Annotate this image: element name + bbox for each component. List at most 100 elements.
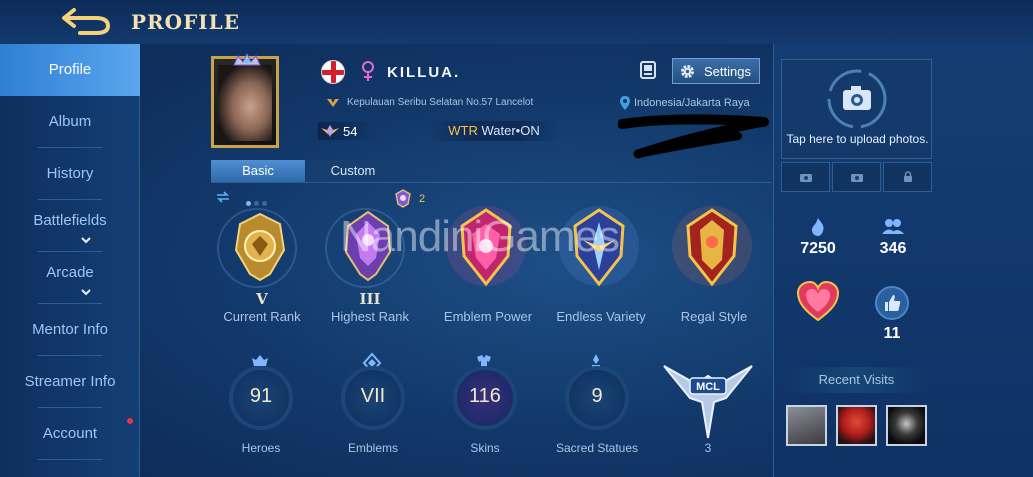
stat-heroes[interactable]: 91 Heroes (206, 352, 316, 462)
tab-basic[interactable]: Basic (211, 160, 305, 182)
heart-icon[interactable] (796, 280, 840, 324)
avatar-photo (218, 65, 272, 141)
sidebar-item-label: Streamer Info (24, 373, 116, 390)
level-badge-value: 54 (343, 124, 358, 139)
rank-tier: V (256, 290, 268, 308)
stat-caption: Skins (470, 441, 500, 455)
gear-icon (681, 65, 694, 78)
visitor-avatar[interactable] (786, 405, 827, 446)
stat-value: 91 (249, 385, 273, 407)
settings-label: Settings (704, 64, 751, 79)
visitor-avatar[interactable] (886, 405, 927, 446)
upload-photos-button[interactable]: Tap here to upload photos. (781, 59, 932, 159)
popularity-stat: 7250 (783, 216, 853, 258)
like-button[interactable] (875, 286, 909, 320)
sidebar-item-label: History (46, 165, 94, 182)
squad-name: Water•ON (481, 123, 540, 138)
regal-style-medal-icon (672, 206, 752, 287)
chevron-down-icon (81, 237, 91, 244)
mcl-label: MCL (696, 381, 720, 393)
female-icon (362, 61, 374, 81)
medal-caption: Endless Variety (556, 309, 646, 324)
endless-variety-medal-icon (559, 206, 639, 287)
popularity-value: 7250 (800, 240, 836, 257)
rank-caption: Highest Rank (330, 309, 410, 324)
stat-value: 116 (469, 385, 501, 407)
legend-rank-icon (234, 212, 286, 282)
camera-small-icon (851, 174, 863, 182)
settings-button[interactable]: Settings (672, 58, 760, 84)
flame-icon (812, 218, 824, 236)
camera-small-icon (800, 174, 812, 182)
followers-stat[interactable]: 346 (858, 216, 928, 258)
back-arrow-icon[interactable] (60, 6, 112, 36)
chevron-down-icon (81, 289, 91, 296)
stat-caption: Emblems (347, 441, 398, 455)
lock-icon (904, 171, 912, 182)
photo-slot[interactable] (781, 162, 830, 192)
camera-icon (827, 69, 887, 129)
wings-badge-icon (321, 125, 339, 137)
sidebar-item-label: Album (48, 113, 92, 130)
stat-value: VII (360, 385, 386, 407)
address-text: Kepulauan Seribu Selatan No.57 Lancelot (347, 97, 534, 108)
sidebar-item-label: Mentor Info (32, 321, 108, 338)
sidebar: Profile Album History Battlefields Arcad… (0, 44, 140, 477)
endless-variety[interactable]: Endless Variety (549, 200, 653, 328)
stat-skins[interactable]: 116 Skins (430, 352, 540, 462)
sidebar-item-profile[interactable]: Profile (0, 44, 140, 96)
stat-caption: Heroes (241, 441, 281, 455)
regal-style[interactable]: Regal Style (662, 200, 766, 328)
squad-tag: WTR (448, 123, 478, 138)
current-rank[interactable]: V Current Rank (210, 200, 314, 328)
stat-emblems[interactable]: VII Emblems (318, 352, 428, 462)
location-pin-icon (620, 96, 630, 110)
emblem-power-medal-icon (446, 206, 526, 287)
tab-custom[interactable]: Custom (306, 160, 400, 182)
avatar[interactable] (211, 53, 279, 148)
likes-value: 11 (883, 325, 901, 342)
sidebar-item-label: Profile (48, 61, 92, 78)
crown-icon (233, 53, 261, 66)
visitor-avatar[interactable] (836, 405, 877, 446)
top-bar: PROFILE (0, 0, 1033, 44)
player-name: KILLUA. (387, 64, 461, 81)
followers-icon (882, 219, 904, 234)
sidebar-item-streamer-info[interactable]: Streamer Info (0, 356, 140, 408)
rank-tier: III (359, 290, 381, 308)
tab-divider (211, 182, 771, 183)
region-text: Indonesia/Jakarta Raya (634, 97, 750, 109)
notification-dot (127, 418, 133, 424)
sidebar-item-album[interactable]: Album (0, 96, 140, 148)
sidebar-item-label: Account (42, 425, 98, 442)
album-icon[interactable] (638, 60, 658, 80)
mcl-count: 3 (704, 441, 712, 455)
sidebar-item-history[interactable]: History (0, 148, 140, 200)
recent-visits-title: Recent Visits (781, 367, 932, 393)
stat-value: 9 (591, 385, 603, 407)
sidebar-item-battlefields[interactable]: Battlefields (0, 200, 140, 252)
sidebar-item-account[interactable]: Account (0, 408, 140, 460)
level-badge: 54 (318, 122, 376, 140)
followers-value: 346 (879, 240, 907, 257)
photo-slot-locked[interactable] (883, 162, 932, 192)
sidebar-item-mentor-info[interactable]: Mentor Info (0, 304, 140, 356)
squad-label[interactable]: WTR Water•ON (430, 121, 558, 141)
page-indicator (246, 193, 276, 206)
upload-text: Tap here to upload photos. (786, 132, 929, 146)
stat-caption: Sacred Statues (555, 441, 639, 455)
mythic-rank-icon (344, 210, 392, 282)
emblem-power[interactable]: Emblem Power (436, 200, 540, 328)
stat-sacred-statues[interactable]: 9 Sacred Statues (542, 352, 652, 462)
redaction-scribble (618, 114, 769, 159)
photo-slot[interactable] (832, 162, 881, 192)
medal-caption: Regal Style (680, 309, 748, 324)
thumbs-up-icon (885, 295, 901, 311)
sidebar-item-label: Arcade (46, 264, 94, 281)
mcl-trophy-icon[interactable]: MCL (656, 354, 760, 440)
divider (38, 459, 102, 460)
highest-rank[interactable]: III Highest Rank (318, 200, 422, 328)
sidebar-item-arcade[interactable]: Arcade (0, 252, 140, 304)
england-flag-icon (321, 60, 345, 84)
sidebar-item-label: Battlefields (33, 212, 107, 229)
